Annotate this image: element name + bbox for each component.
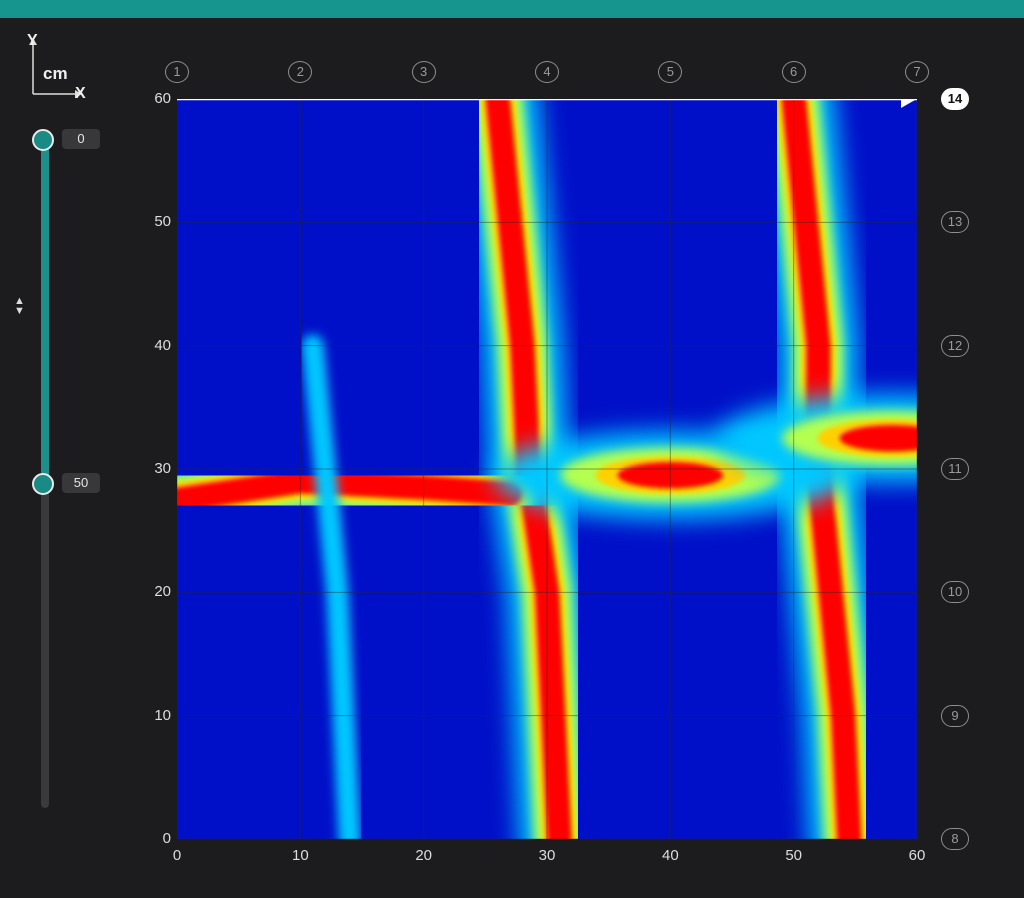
row-marker-11[interactable]: 11 [941,458,969,480]
y-tick-label: 0 [162,830,171,847]
column-marker-5[interactable]: 5 [658,61,683,83]
x-tick-label: 40 [661,847,679,864]
up-down-arrows-icon[interactable]: ▲ ▼ [14,296,25,317]
row-marker-9[interactable]: 9 [941,704,969,727]
column-marker-4[interactable]: 4 [535,61,559,83]
x-tick-label: 20 [415,847,432,864]
x-tick-label: 0 [172,847,182,864]
unit-label: cm [43,64,68,83]
heatmap-chart[interactable] [177,99,917,839]
y-tick-label: 60 [154,90,171,107]
top-accent-bar [0,0,1024,18]
depth-range-slider[interactable] [28,120,62,820]
column-marker-7[interactable]: 7 [905,61,929,83]
x-tick-label: 60 [908,847,926,864]
row-marker-10[interactable]: 10 [941,581,969,604]
x-tick-label: 30 [538,847,556,864]
column-marker-6[interactable]: 6 [781,61,806,83]
row-marker-14[interactable]: 14 [941,88,969,110]
heatmap-plot-area[interactable] [177,99,917,839]
y-tick-label: 30 [154,460,171,477]
column-marker-3[interactable]: 3 [411,61,436,83]
slider-selected-range [41,140,49,484]
y-axis-indicator-label: Y [27,32,38,49]
row-marker-12[interactable]: 12 [941,334,969,357]
row-marker-13[interactable]: 13 [941,211,969,234]
x-tick-label: 50 [785,847,802,864]
y-tick-label: 50 [154,213,171,231]
slider-bottom-handle[interactable] [32,473,54,495]
column-marker-1[interactable]: 1 [165,61,189,83]
y-tick-label: 20 [154,583,171,601]
column-marker-2[interactable]: 2 [288,61,313,83]
y-tick-label: 10 [154,706,171,724]
x-tick-label: 10 [291,847,309,864]
row-marker-8[interactable]: 8 [941,828,969,850]
slider-top-handle[interactable] [32,129,54,151]
slider-bottom-value-badge: 50 [62,473,100,493]
slider-top-value-badge: 0 [62,129,100,149]
x-axis-indicator-label: X [75,85,86,102]
y-tick-label: 40 [154,336,171,354]
